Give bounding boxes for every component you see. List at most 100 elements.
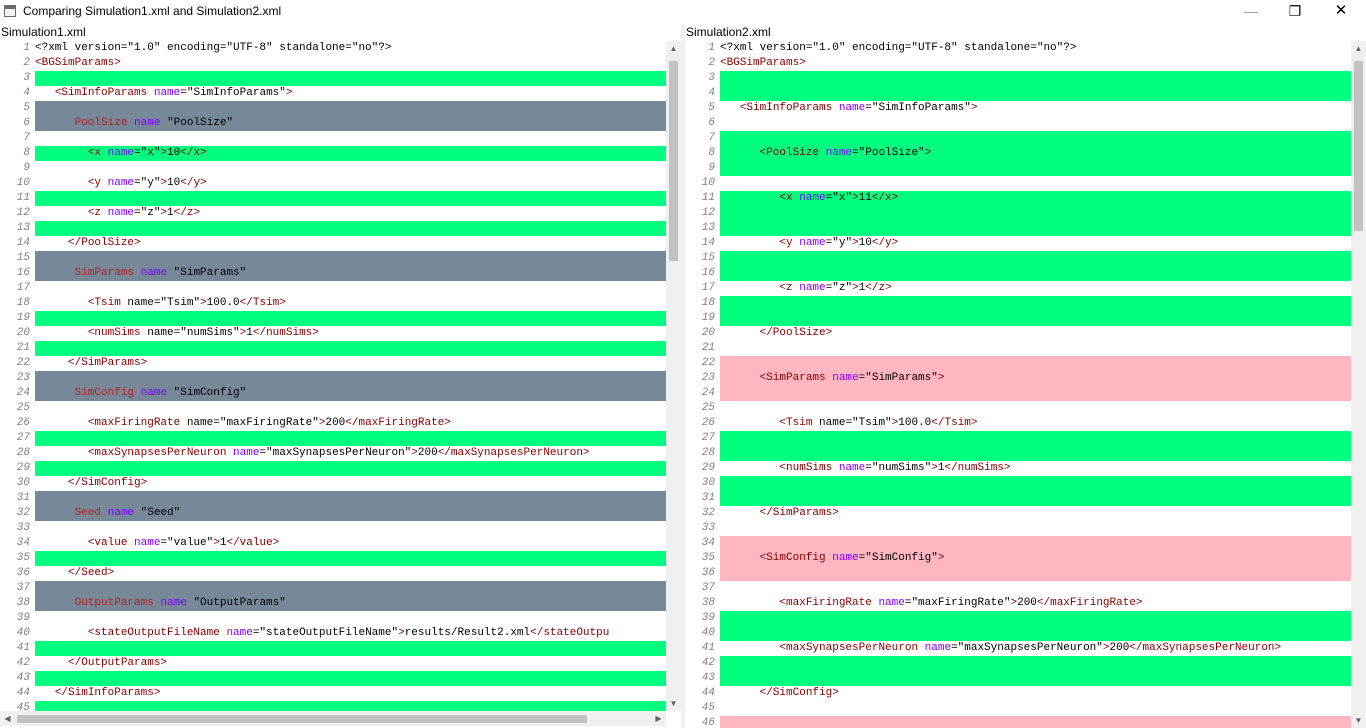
code-text bbox=[35, 71, 666, 86]
code-token: "SimConfig" bbox=[167, 387, 247, 399]
line-number: 29 bbox=[685, 461, 715, 476]
code-text: </PoolSize> bbox=[720, 326, 1351, 341]
left-editor[interactable]: 1 <?xml version="1.0" encoding="UTF-8" st… bbox=[0, 41, 666, 711]
code-line: 27 bbox=[685, 431, 1351, 446]
code-line: 9 bbox=[0, 161, 666, 176]
code-text bbox=[720, 161, 1351, 176]
scroll-up-arrow-icon[interactable]: ▲ bbox=[666, 41, 681, 56]
scroll-left-arrow-icon[interactable]: ◀ bbox=[0, 711, 15, 726]
line-number: 15 bbox=[0, 251, 30, 266]
line-number: 35 bbox=[685, 551, 715, 566]
code-text bbox=[720, 206, 1351, 221]
left-horizontal-scroll-thumb[interactable] bbox=[17, 715, 587, 723]
code-line: 24 SimConfig name "SimConfig" bbox=[0, 386, 666, 401]
code-line: 38 <maxFiringRate name="maxFiringRate">2… bbox=[685, 596, 1351, 611]
right-vertical-scrollbar[interactable]: ▲ ▼ bbox=[1351, 41, 1366, 728]
code-text: <value name="value">1</value> bbox=[35, 536, 666, 551]
code-token: name bbox=[153, 87, 181, 99]
line-number: 11 bbox=[0, 191, 30, 206]
code-text bbox=[35, 251, 666, 266]
code-text: <maxSynapsesPerNeuron name="maxSynapsesP… bbox=[720, 641, 1351, 656]
code-line: 43 bbox=[685, 671, 1351, 686]
close-button[interactable]: ✕ bbox=[1318, 0, 1364, 24]
code-text: <maxFiringRate name="maxFiringRate">200<… bbox=[720, 596, 1351, 611]
code-line: 32 Seed name "Seed" bbox=[0, 506, 666, 521]
line-number: 4 bbox=[0, 86, 30, 101]
code-token: </Tsim> bbox=[239, 297, 286, 309]
line-number: 25 bbox=[0, 401, 30, 416]
scroll-right-arrow-icon[interactable]: ▶ bbox=[651, 711, 666, 726]
code-line: 4 bbox=[685, 86, 1351, 101]
code-line: 32 </SimParams> bbox=[685, 506, 1351, 521]
line-number: 12 bbox=[685, 206, 715, 221]
line-number: 30 bbox=[0, 476, 30, 491]
code-text: </SimParams> bbox=[720, 506, 1351, 521]
line-number: 13 bbox=[685, 221, 715, 236]
code-text: <BGSimParams> bbox=[35, 56, 666, 71]
code-line: 20 <numSims name="numSims">1</numSims> bbox=[0, 326, 666, 341]
scroll-up-arrow-icon[interactable]: ▲ bbox=[1351, 41, 1366, 56]
code-text bbox=[720, 716, 1351, 728]
code-text bbox=[720, 611, 1351, 626]
line-number: 10 bbox=[685, 176, 715, 191]
code-token: <?xml version="1.0" encoding="UTF-8" sta… bbox=[35, 42, 392, 54]
code-text: <maxFiringRate name="maxFiringRate">200<… bbox=[35, 416, 666, 431]
code-line: 3 bbox=[685, 71, 1351, 86]
line-number: 36 bbox=[0, 566, 30, 581]
code-line: 18 bbox=[685, 296, 1351, 311]
line-number: 43 bbox=[0, 671, 30, 686]
scroll-down-arrow-icon[interactable]: ▼ bbox=[666, 696, 681, 711]
code-token: ="x" bbox=[134, 147, 161, 159]
code-token: > bbox=[852, 282, 859, 294]
maximize-button[interactable]: ❐ bbox=[1272, 0, 1318, 24]
code-token: "Seed" bbox=[134, 507, 181, 519]
code-line: 44 </SimConfig> bbox=[685, 686, 1351, 701]
code-token: "SimParams" bbox=[167, 267, 247, 279]
code-line: 31 bbox=[0, 491, 666, 506]
scroll-down-arrow-icon[interactable]: ▼ bbox=[1351, 713, 1366, 728]
right-editor[interactable]: 1 <?xml version="1.0" encoding="UTF-8" st… bbox=[685, 41, 1351, 728]
code-text bbox=[35, 341, 666, 356]
code-token: 100.0 bbox=[206, 297, 240, 309]
line-number: 40 bbox=[0, 626, 30, 641]
code-token: ="PoolSize" bbox=[852, 147, 925, 159]
code-text: </SimParams> bbox=[35, 356, 666, 371]
left-vertical-scroll-thumb[interactable] bbox=[669, 61, 678, 261]
code-token: </x> bbox=[871, 192, 899, 204]
right-vertical-scroll-thumb[interactable] bbox=[1354, 61, 1363, 231]
left-vertical-scrollbar[interactable]: ▲ ▼ bbox=[666, 41, 681, 711]
line-number: 22 bbox=[0, 356, 30, 371]
code-token: <maxSynapsesPerNeuron bbox=[87, 447, 227, 459]
line-number: 7 bbox=[685, 131, 715, 146]
code-text: SimParams name "SimParams" bbox=[35, 266, 666, 281]
line-number: 2 bbox=[685, 56, 715, 71]
code-token: 11 bbox=[858, 192, 872, 204]
code-token: name bbox=[799, 192, 826, 204]
code-token: name bbox=[134, 117, 161, 129]
line-number: 37 bbox=[0, 581, 30, 596]
line-number: 13 bbox=[0, 221, 30, 236]
code-text bbox=[35, 641, 666, 656]
code-line: 5 bbox=[0, 101, 666, 116]
code-text: <SimParams name="SimParams"> bbox=[720, 371, 1351, 386]
code-line: 37 bbox=[0, 581, 666, 596]
line-number: 18 bbox=[685, 296, 715, 311]
code-token: ="z" bbox=[825, 282, 853, 294]
minimize-button[interactable]: — bbox=[1228, 0, 1274, 24]
code-text bbox=[720, 656, 1351, 671]
line-number: 34 bbox=[685, 536, 715, 551]
code-token: > bbox=[970, 102, 978, 114]
left-horizontal-scrollbar[interactable]: ◀ ▶ bbox=[0, 711, 666, 726]
code-line: 8 <x name="x">10</x> bbox=[0, 146, 666, 161]
code-line: 2 <BGSimParams> bbox=[685, 56, 1351, 71]
code-token: > bbox=[200, 297, 207, 309]
